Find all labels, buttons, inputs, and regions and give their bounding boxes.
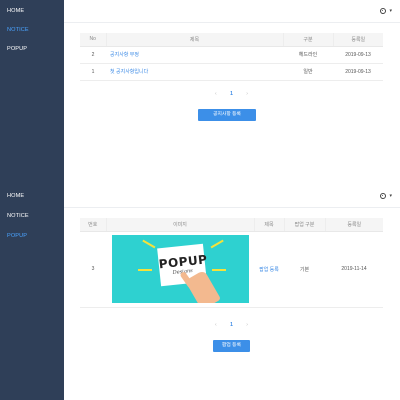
main-content: 번호 이미지 제목 팝업 구분 등록일 3 POPUP 팝업 등록 기본 201… [64,207,400,400]
column-header-image: 이미지 [106,218,255,232]
column-header-title: 제목 [106,33,284,47]
column-header-no: No [80,33,107,47]
cell-no: 1 [80,63,106,81]
cell-popup-type: 기본 [284,231,325,308]
main-content: No 제목 구분 등록일 2 공지사항 부정 헤드라인 2019-09-13 1… [64,22,400,200]
next-page-button[interactable]: › [246,91,248,97]
next-page-button[interactable]: › [246,322,248,328]
cell-image: POPUP Designs [106,231,254,308]
page-1-button[interactable]: 1 [230,91,233,97]
column-header-date: 등록일 [333,33,383,47]
page-1-button[interactable]: 1 [230,322,233,328]
pagination: ‹ 1 › [80,91,383,97]
top-bar: ▾ [64,185,400,207]
cell-date: 2019-09-13 [333,46,383,64]
column-header-popup-type: 팝업 구분 [284,218,326,232]
caret-down-icon[interactable]: ▾ [389,193,392,199]
table-header-row: No 제목 구분 등록일 [80,33,383,47]
gear-icon[interactable] [380,8,386,14]
column-header-date: 등록일 [325,218,383,232]
notice-title-link[interactable]: 공지사항 부정 [106,46,283,64]
sidebar: HOME NOTICE POPUP [0,180,64,400]
sidebar-item-popup[interactable]: POPUP [0,231,64,241]
cell-date: 2019-11-14 [325,231,383,308]
table-header-row: 번호 이미지 제목 팝업 구분 등록일 [80,218,383,232]
popup-table: 번호 이미지 제목 팝업 구분 등록일 3 POPUP 팝업 등록 기본 201… [80,218,383,308]
cell-category: 헤드라인 [283,46,333,64]
ray-decoration [142,239,155,248]
notice-title-link[interactable]: 첫 공지사항입니다 [106,63,283,81]
notice-table: No 제목 구분 등록일 2 공지사항 부정 헤드라인 2019-09-13 1… [80,33,383,81]
notice-screen: HOME NOTICE POPUP ▾ No 제목 구분 등록일 2 공지사항 … [0,0,400,200]
pagination: ‹ 1 › [80,322,383,328]
sidebar: HOME NOTICE POPUP [0,0,64,200]
prev-page-button[interactable]: ‹ [215,322,217,328]
ray-decoration [210,239,223,248]
register-popup-button[interactable]: 팝업 등록 [213,340,250,352]
gear-icon[interactable] [380,193,386,199]
sidebar-item-notice[interactable]: NOTICE [0,211,64,221]
caret-down-icon[interactable]: ▾ [389,8,392,14]
column-header-category: 구분 [283,33,334,47]
register-notice-button[interactable]: 공지사항 등록 [198,109,256,121]
sidebar-item-notice[interactable]: NOTICE [0,25,64,35]
sidebar-item-popup[interactable]: POPUP [0,44,64,54]
top-bar: ▾ [64,0,400,22]
ray-decoration [137,269,152,271]
sidebar-item-home[interactable]: HOME [0,6,64,16]
cell-no: 3 [80,231,106,308]
prev-page-button[interactable]: ‹ [215,91,217,97]
column-header-title: 제목 [254,218,285,232]
cell-no: 2 [80,46,106,64]
cell-category: 일반 [283,63,333,81]
cell-date: 2019-09-13 [333,63,383,81]
popup-thumbnail-image[interactable]: POPUP Designs [111,235,249,303]
column-header-no: 번호 [80,218,107,232]
popup-screen: HOME NOTICE POPUP ▾ 번호 이미지 제목 팝업 구분 등록일 … [0,180,400,400]
popup-title-link[interactable]: 팝업 등록 [254,231,284,308]
table-row[interactable]: 2 공지사항 부정 헤드라인 2019-09-13 [80,46,383,64]
table-row[interactable]: 1 첫 공지사항입니다 일반 2019-09-13 [80,63,383,81]
sidebar-item-home[interactable]: HOME [0,191,64,201]
table-row[interactable]: 3 POPUP Designs [80,231,383,308]
ray-decoration [211,269,226,271]
